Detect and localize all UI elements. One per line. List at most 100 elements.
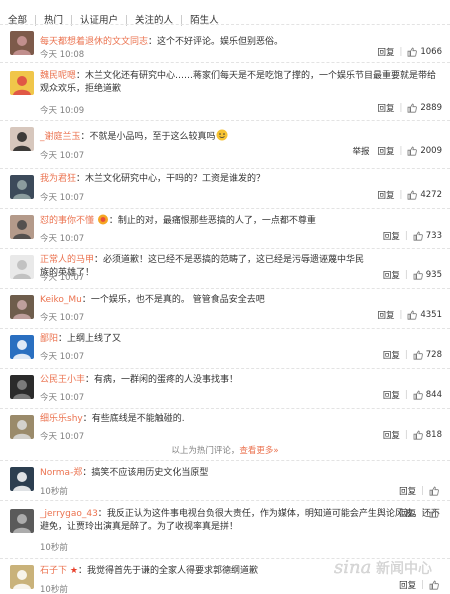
like-count: 4272: [420, 190, 442, 200]
commenter-name[interactable]: 每天都想着退休的文文同志: [40, 37, 148, 47]
like-button[interactable]: 844: [413, 390, 442, 400]
like-button[interactable]: [429, 580, 442, 590]
comment-actions: 回复 |: [399, 485, 442, 497]
action-divider: |: [404, 430, 408, 440]
comment-line: 我为君狂：木兰文化研究中心，干吗的？工资是谁发的？: [40, 173, 370, 186]
comment-actions: 回复 | 2889: [377, 102, 442, 114]
comment-time: 今天 10:07: [40, 193, 85, 203]
avatar[interactable]: [10, 71, 34, 95]
comment-item: 细乐乐shy：有些底线是不能触碰的. 今天 10:07 回复 | 818: [0, 408, 450, 446]
like-button[interactable]: 4351: [407, 310, 442, 320]
star-badge-icon: ★: [67, 566, 78, 576]
avatar[interactable]: [10, 509, 34, 533]
comment-time: 今天 10:07: [40, 352, 85, 362]
comment-item: 每天都想着退休的文文同志：这个不好评论。娱乐但别恶俗。 今天 10:08 回复 | 10…: [0, 24, 450, 62]
thumb-up-icon: [407, 103, 418, 113]
like-button[interactable]: 2889: [407, 103, 442, 113]
report-button[interactable]: 举报: [352, 145, 369, 157]
reply-button[interactable]: 回复: [383, 389, 400, 401]
comment-line: _谢庭兰玉：不就是小品吗，至于这么较真吗: [40, 129, 370, 144]
reply-button[interactable]: 回复: [377, 309, 394, 321]
reply-button[interactable]: 回复: [383, 349, 400, 361]
avatar[interactable]: [10, 295, 34, 319]
comment-text: 搞笑不应该用历史文化当原型: [91, 468, 209, 478]
reply-button[interactable]: 回复: [377, 189, 394, 201]
avatar[interactable]: [10, 175, 34, 199]
reply-button[interactable]: 回复: [377, 102, 394, 114]
comment-body: 正常人的马甲：必须道歉！这已经不是恶搞的范畴了，这已经是污辱遗诬蔑中华民族的英雄…: [40, 254, 370, 280]
like-button[interactable]: 935: [413, 270, 442, 280]
reply-button[interactable]: 回复: [383, 230, 400, 242]
thumb-up-icon: [413, 231, 423, 241]
user-badge-icon: [97, 214, 108, 225]
comment-body: 石子下 ★：我觉得首先于谦的全家人得要求郭德纲道歉: [40, 565, 370, 578]
commenter-name[interactable]: 细乐乐shy: [40, 414, 83, 424]
avatar[interactable]: [10, 255, 34, 279]
comment-body: Keiko_Mu：一个娱乐，也不是真的。 管管食品安全去吧: [40, 294, 370, 307]
commenter-name[interactable]: 正常人的马甲: [40, 255, 94, 265]
avatar[interactable]: [10, 335, 34, 359]
action-divider: |: [399, 146, 403, 156]
comment-line: Keiko_Mu：一个娱乐，也不是真的。 管管食品安全去吧: [40, 294, 370, 307]
commenter-name[interactable]: Norma-郑: [40, 468, 82, 478]
hot-note-text: 以上为热门评论，: [171, 446, 240, 456]
comment-time: 今天 10:07: [40, 151, 85, 161]
comment-item: _谢庭兰玉：不就是小品吗，至于这么较真吗今天 10:07 举报 回复 | 2009: [0, 120, 450, 168]
name-colon: ：: [82, 414, 92, 424]
comment-actions: 举报 回复 | 2009: [352, 145, 442, 157]
thumb-up-icon: [413, 270, 423, 280]
like-count: 2889: [420, 103, 442, 113]
like-button[interactable]: [429, 508, 442, 518]
avatar[interactable]: [10, 467, 34, 491]
like-button[interactable]: 818: [413, 430, 442, 440]
avatar[interactable]: [10, 215, 34, 239]
commenter-name[interactable]: 魏民呢嗯: [40, 71, 76, 81]
thumb-up-icon: [413, 390, 423, 400]
commenter-name[interactable]: 鄙阳: [40, 334, 58, 344]
comment-item: 鄙阳：上纲上线了又 今天 10:07 回复 | 728: [0, 328, 450, 368]
commenter-name[interactable]: 石子下: [40, 566, 67, 576]
reply-button[interactable]: 回复: [399, 507, 416, 519]
avatar[interactable]: [10, 415, 34, 439]
reply-button[interactable]: 回复: [377, 145, 394, 157]
name-colon: ：: [82, 468, 92, 478]
reply-button[interactable]: 回复: [383, 269, 400, 281]
like-button[interactable]: 4272: [407, 190, 442, 200]
commenter-name[interactable]: 怼的事你不懂: [40, 216, 94, 226]
avatar[interactable]: [10, 127, 34, 151]
comment-actions: 回复 | 4351: [377, 309, 442, 321]
comment-line: 每天都想着退休的文文同志：这个不好评论。娱乐但别恶俗。: [40, 36, 370, 49]
reply-button[interactable]: 回复: [399, 485, 416, 497]
comment-line: _jerrygao_43：我反正认为这件事电视台负很大责任，作为媒体，明知道可能…: [40, 508, 444, 534]
like-button[interactable]: 733: [413, 231, 442, 241]
sina-watermark: sina 新闻中心: [334, 557, 432, 578]
like-button[interactable]: 728: [413, 350, 442, 360]
like-button[interactable]: [429, 486, 442, 496]
avatar[interactable]: [10, 31, 34, 55]
action-divider: |: [404, 350, 408, 360]
comment-item: Norma-郑：搞笑不应该用历史文化当原型 10秒前 回复 |: [0, 460, 450, 500]
commenter-name[interactable]: 公民王小丰: [40, 375, 85, 385]
avatar[interactable]: [10, 375, 34, 399]
thumb-up-icon: [407, 310, 418, 320]
comment-line: 公民王小丰：有病，一群闲的蛋疼的人没事找事！: [40, 374, 370, 387]
commenter-name[interactable]: _jerrygao_43: [40, 509, 98, 519]
reply-button[interactable]: 回复: [383, 429, 400, 441]
comment-time: 今天 10:08: [40, 50, 85, 60]
view-more-link[interactable]: 查看更多»: [239, 446, 278, 456]
reply-button[interactable]: 回复: [377, 46, 394, 58]
like-button[interactable]: 2009: [407, 146, 442, 156]
comment-item: _jerrygao_43：我反正认为这件事电视台负很大责任，作为媒体，明知道可能…: [0, 500, 450, 558]
name-colon: ：: [76, 174, 86, 184]
commenter-name[interactable]: _谢庭兰玉: [40, 132, 81, 142]
action-divider: |: [421, 508, 424, 518]
comment-actions: 回复 | 733: [383, 230, 442, 242]
avatar[interactable]: [10, 565, 34, 589]
comment-line: 怼的事你不懂 ：制止的对，最痛恨那些恶搞的人了，一点都不尊重: [40, 214, 370, 228]
comment-body: _jerrygao_43：我反正认为这件事电视台负很大责任，作为媒体，明知道可能…: [40, 508, 444, 534]
like-button[interactable]: 1066: [407, 47, 442, 57]
commenter-name[interactable]: 我为君狂: [40, 174, 76, 184]
thumb-up-icon: [407, 146, 418, 156]
commenter-name[interactable]: Keiko_Mu: [40, 295, 82, 305]
comment-time: 今天 10:09: [40, 106, 85, 116]
